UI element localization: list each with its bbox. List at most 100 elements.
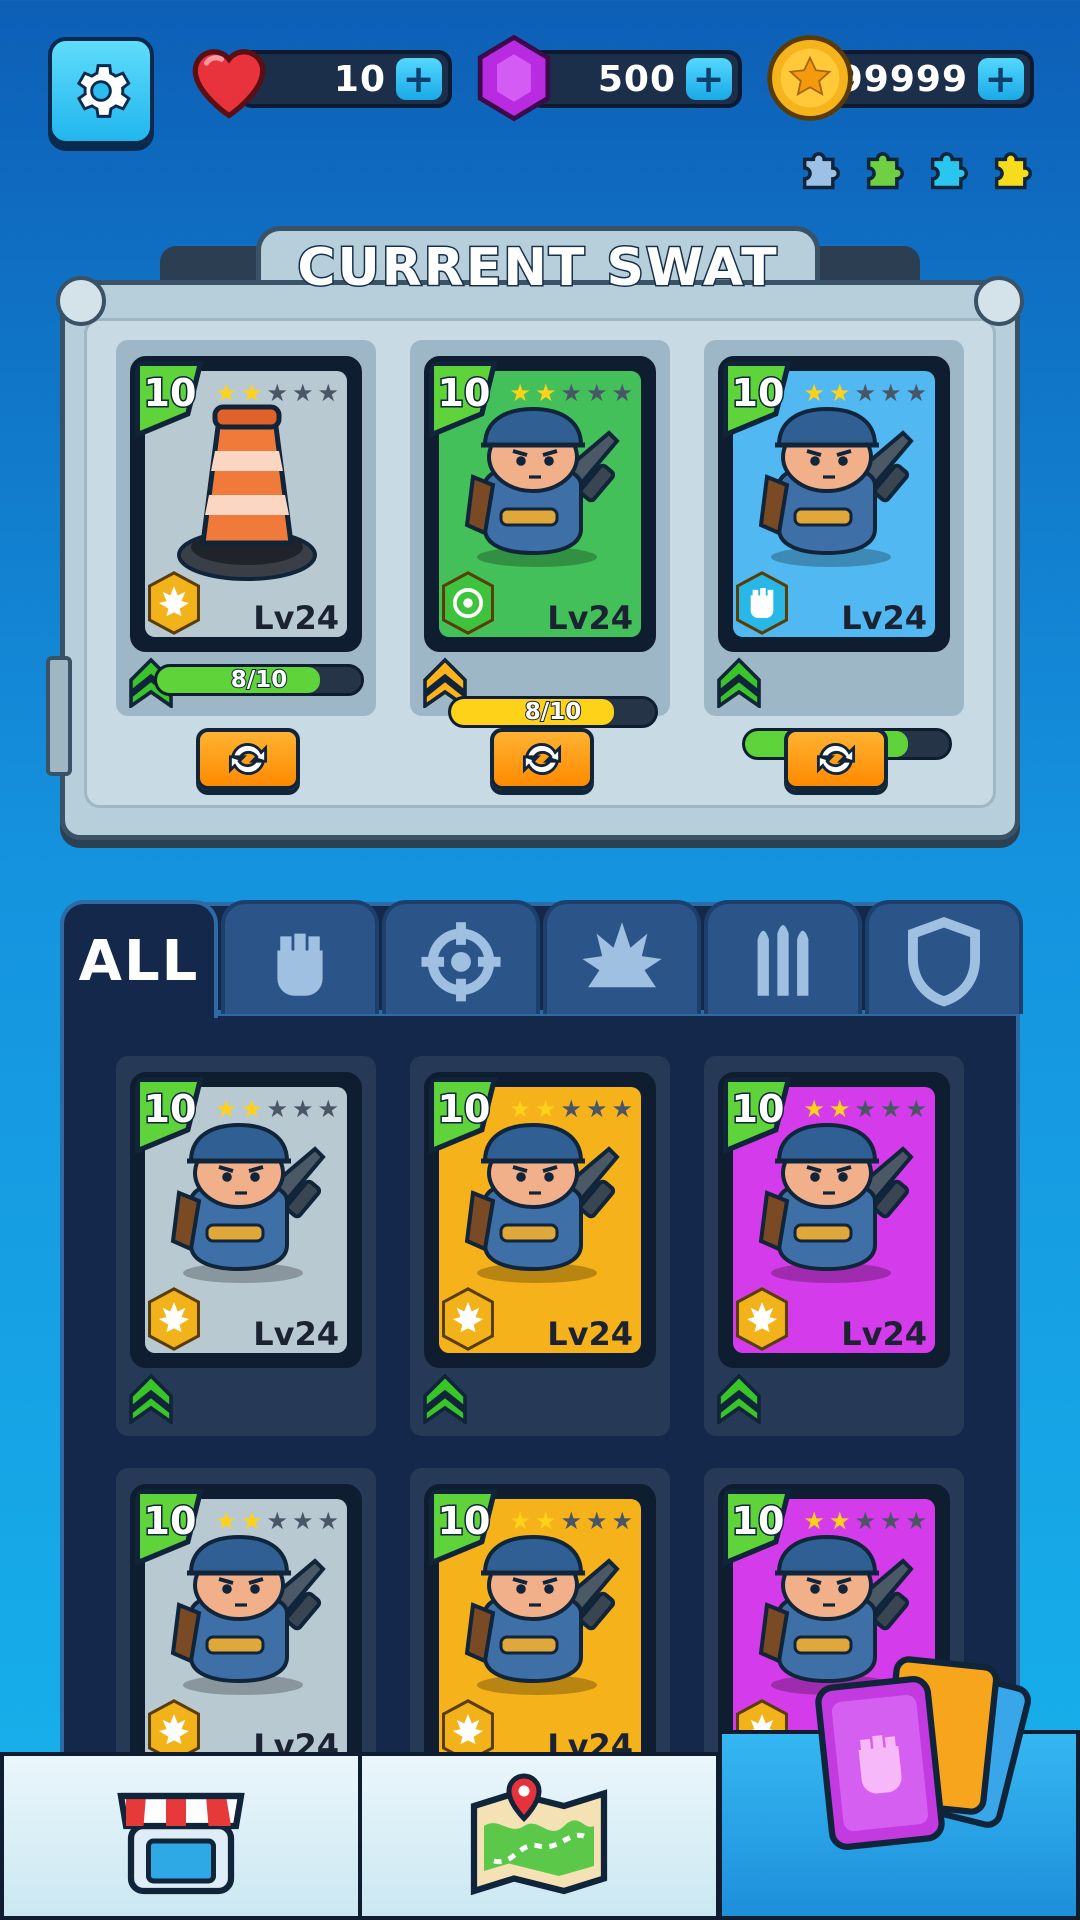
hero-card[interactable]: 10 ★★★★★ Lv24 — [130, 356, 362, 652]
card-level: 10 — [436, 1498, 492, 1545]
star-rating: ★ ★ ★ ★ ★ — [215, 381, 339, 405]
star-icon: ★ — [828, 1507, 851, 1535]
add-gems-button[interactable]: + — [686, 58, 732, 100]
star-rating: ★ ★ ★ ★ ★ — [509, 1509, 633, 1533]
card-level: 10 — [142, 1086, 198, 1133]
star-icon: ★ — [905, 379, 927, 407]
hero-card[interactable]: 10 ★★★★★ Lv24 — [424, 356, 656, 652]
star-icon: ★ — [240, 379, 263, 407]
gear-icon — [76, 64, 131, 118]
swap-button[interactable] — [490, 728, 594, 790]
progress-text: 8/10 — [230, 667, 288, 693]
tab-explosion[interactable] — [543, 900, 701, 1014]
star-icon: ★ — [317, 1095, 339, 1123]
star-icon: ★ — [317, 379, 339, 407]
swap-button[interactable] — [784, 728, 888, 790]
card-level: 10 — [730, 1086, 786, 1133]
star-icon: ★ — [534, 379, 557, 407]
star-icon: ★ — [266, 379, 288, 407]
star-icon: ★ — [585, 1095, 608, 1123]
bullets-icon — [757, 925, 809, 996]
add-hearts-button[interactable]: + — [396, 58, 442, 100]
star-icon: ★ — [879, 1095, 902, 1123]
star-icon: ★ — [585, 379, 608, 407]
card-progress-bar: 8/10 — [448, 696, 658, 728]
star-icon: ★ — [905, 1095, 927, 1123]
tab-label: ALL — [78, 928, 200, 994]
nav-map-button[interactable] — [358, 1752, 720, 1920]
crosshair-icon — [421, 922, 501, 1002]
tab-fist[interactable] — [221, 900, 379, 1014]
map-icon — [470, 1773, 608, 1896]
nav-shop-button[interactable] — [0, 1752, 362, 1920]
swap-button[interactable] — [196, 728, 300, 790]
star-icon: ★ — [509, 379, 531, 407]
hero-card[interactable]: 10 ★★★★★ Lv24 — [424, 1072, 656, 1368]
hero-card[interactable]: 10 ★★★★★ Lv24 — [424, 1484, 656, 1780]
star-icon: ★ — [560, 379, 582, 407]
star-icon: ★ — [560, 1507, 582, 1535]
card-lv: Lv24 — [253, 599, 339, 637]
hero-card[interactable]: 10 ★★★★★ Lv24 — [130, 1484, 362, 1780]
star-rating: ★ ★ ★ ★ ★ — [509, 1097, 633, 1121]
star-icon: ★ — [879, 1507, 902, 1535]
fire-burst-icon — [736, 1287, 788, 1351]
refresh-icon — [816, 743, 856, 775]
star-icon: ★ — [509, 1507, 531, 1535]
tab-crosshair[interactable] — [382, 900, 540, 1014]
puzzle-piece-icon — [994, 152, 1032, 190]
card-level: 10 — [436, 370, 492, 417]
star-rating: ★ ★ ★ ★ ★ — [803, 1097, 927, 1121]
star-icon: ★ — [803, 1095, 825, 1123]
card-lv: Lv24 — [841, 1315, 927, 1353]
settings-button[interactable] — [48, 37, 154, 145]
card-lv: Lv24 — [547, 1315, 633, 1353]
star-icon: ★ — [879, 379, 902, 407]
progress-text: 8/10 — [524, 699, 582, 725]
fire-burst-icon — [148, 1287, 200, 1351]
puzzle-piece-icon — [866, 152, 904, 190]
star-icon: ★ — [291, 379, 314, 407]
fire-burst-icon — [442, 1287, 494, 1351]
bolt-icon — [56, 276, 106, 326]
fist-icon — [736, 571, 788, 635]
heart-icon — [192, 49, 266, 119]
add-coins-button[interactable]: + — [978, 58, 1024, 100]
star-icon: ★ — [560, 1095, 582, 1123]
star-icon: ★ — [854, 1507, 876, 1535]
star-icon: ★ — [215, 1095, 237, 1123]
hearts-value: 10 — [333, 58, 386, 100]
card-level: 10 — [142, 1498, 198, 1545]
bolt-icon — [974, 276, 1024, 326]
tab-shield[interactable] — [865, 900, 1023, 1014]
star-rating: ★ ★ ★ ★ ★ — [215, 1509, 339, 1533]
star-icon: ★ — [803, 1507, 825, 1535]
panel-side-latch — [46, 656, 72, 776]
tab-bullets[interactable] — [704, 900, 862, 1014]
card-level: 10 — [730, 1498, 786, 1545]
card-lv: Lv24 — [547, 599, 633, 637]
star-icon: ★ — [585, 1507, 608, 1535]
star-icon: ★ — [611, 1507, 633, 1535]
puzzle-piece-icon — [930, 152, 968, 190]
card-level: 10 — [142, 370, 198, 417]
star-icon: ★ — [828, 1095, 851, 1123]
star-icon: ★ — [854, 1095, 876, 1123]
star-icon: ★ — [291, 1507, 314, 1535]
gems-counter: 500 + — [528, 50, 742, 108]
cards-icon — [815, 1656, 1031, 1850]
star-icon: ★ — [611, 379, 633, 407]
gems-value: 500 — [597, 58, 676, 100]
coin-icon — [767, 35, 853, 121]
hero-card[interactable]: 10 ★★★★★ Lv24 — [130, 1072, 362, 1368]
star-icon: ★ — [534, 1095, 557, 1123]
upgrade-chevron-icon — [717, 1373, 761, 1424]
tab-all[interactable]: ALL — [60, 900, 218, 1018]
card-level: 10 — [436, 1086, 492, 1133]
star-rating: ★ ★ ★ ★ ★ — [215, 1097, 339, 1121]
swat-title: CURRENT SWAT — [296, 237, 779, 300]
hero-card[interactable]: 10 ★★★★★ Lv24 — [718, 1072, 950, 1368]
refresh-icon — [522, 743, 562, 775]
hero-card[interactable]: 10 ★★★★★ Lv24 — [718, 356, 950, 652]
star-icon: ★ — [905, 1507, 927, 1535]
